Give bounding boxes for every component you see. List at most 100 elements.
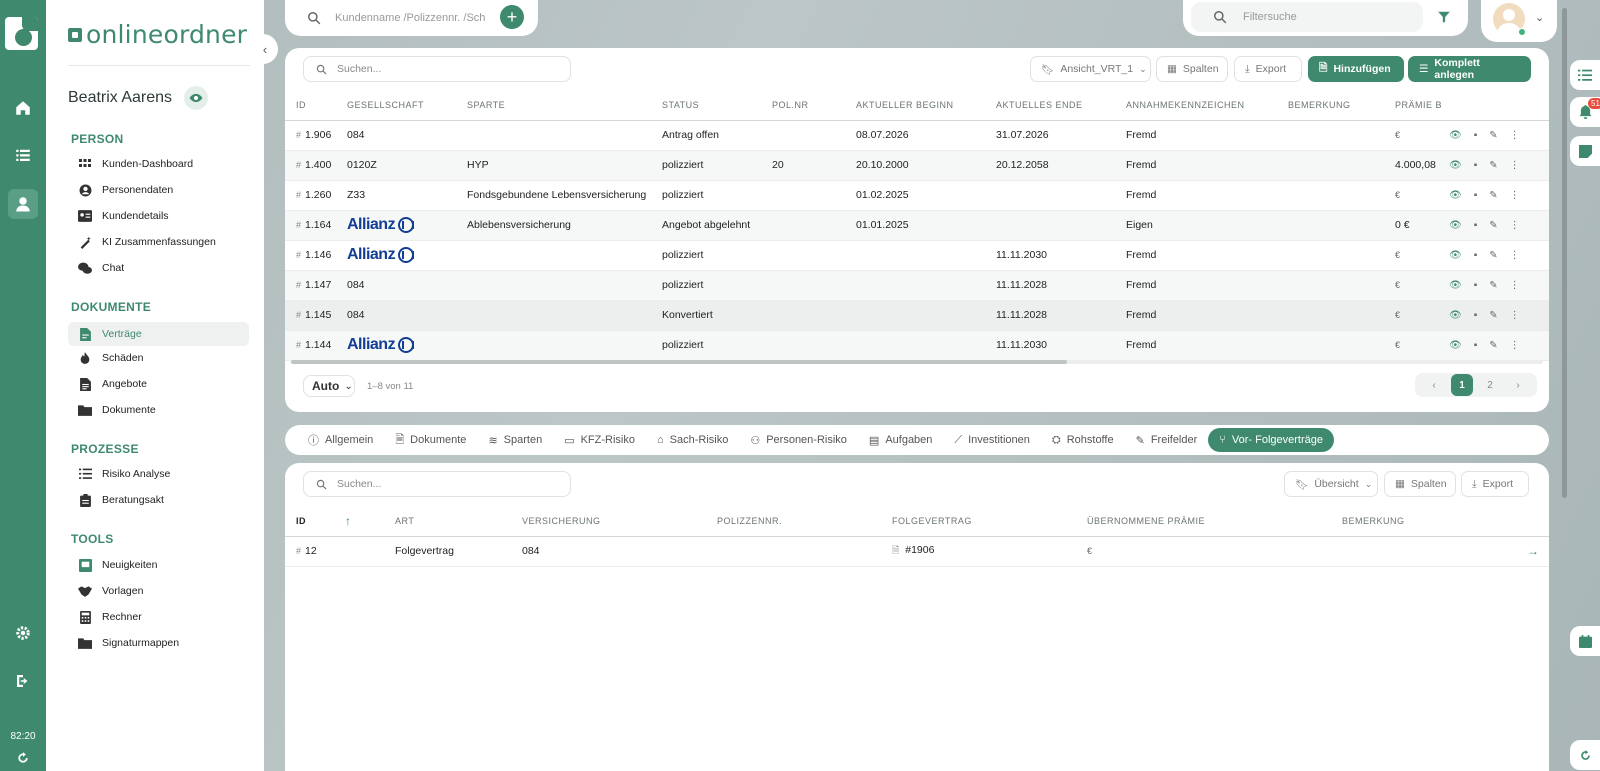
prev-page-icon[interactable]: ‹ [1423, 374, 1445, 396]
home-icon[interactable] [8, 93, 38, 123]
table-row[interactable]: #1.164 Allianz Ablebensversicherung Angebot… [285, 210, 1549, 241]
header-uebernommene-praemie[interactable]: ÜBERNOMMENE PRÄMIE [1087, 506, 1342, 537]
edit-icon[interactable]: ✎ [1489, 280, 1497, 291]
header-id[interactable]: ID [285, 90, 347, 121]
columns-button[interactable]: ▦ Spalten [1156, 56, 1228, 82]
gear-icon[interactable] [8, 618, 38, 648]
eye-icon[interactable]: 👁︎ [1449, 220, 1462, 231]
complete-create-button[interactable]: ☰ Komplett anlegen [1408, 56, 1531, 82]
tab-investitionen[interactable]: ⟋ Investitionen [943, 428, 1040, 452]
eye-icon[interactable]: 👁︎ [1449, 340, 1462, 351]
eye-icon[interactable]: 👁︎ [1449, 280, 1462, 291]
brand-logo[interactable]: onlineordner [68, 20, 247, 49]
followups-view-select[interactable]: 🔖︎ Übersicht ⌄ [1284, 471, 1378, 497]
list-icon[interactable] [8, 140, 38, 170]
refresh-icon[interactable] [8, 748, 38, 768]
tab-allgemein[interactable]: ⓘ Allgemein [297, 428, 384, 452]
table-row[interactable]: #12 Folgevertrag 084 🗎︎ #1906 € → [285, 536, 1549, 567]
page-size-select[interactable]: Auto ⌄ [303, 375, 355, 397]
note-icon[interactable]: ▪ [1474, 190, 1478, 201]
header-annahme[interactable]: ANNAHMEKENNZEICHEN [1126, 90, 1288, 121]
eye-icon[interactable]: 👁︎ [1449, 310, 1462, 321]
header-polizzennr[interactable]: POLIZZENNR. [717, 506, 892, 537]
page-2-button[interactable]: 2 [1479, 374, 1501, 396]
table-row[interactable]: #1.906 084 Antrag offen 08.07.2026 31.07.202… [285, 120, 1549, 151]
header-bemerkung[interactable]: BEMERKUNG [1288, 90, 1395, 121]
sync-panel-button[interactable] [1570, 740, 1600, 770]
sidebar-item-personendaten[interactable]: Personendaten [68, 178, 249, 202]
tab-dokumente[interactable]: 🗎︎ Dokumente [384, 428, 477, 452]
table-row[interactable]: #1.260 Z33 Fondsgebundene Lebensversicheru… [285, 180, 1549, 211]
header-folgevertrag[interactable]: FOLGEVERTRAG [892, 506, 1087, 537]
edit-icon[interactable]: ✎ [1489, 130, 1497, 141]
tab-rohstoffe[interactable]: ⛭ Rohstoffe [1041, 428, 1125, 452]
note-icon[interactable]: ▪ [1474, 280, 1478, 291]
edit-icon[interactable]: ✎ [1489, 190, 1497, 201]
tab-freifelder[interactable]: ✎ Freifelder [1125, 428, 1209, 452]
sidebar-item-kundendetails[interactable]: Kundendetails [68, 204, 249, 228]
logout-icon[interactable] [8, 666, 38, 696]
note-icon[interactable]: ▪ [1474, 220, 1478, 231]
header-praemie[interactable]: PRÄMIE B [1395, 90, 1449, 121]
eye-icon[interactable]: 👁︎ [1449, 160, 1462, 171]
sidebar-item-beratungsakt[interactable]: Beratungsakt [68, 488, 249, 512]
add-customer-button[interactable]: + [500, 5, 524, 29]
sidebar-item-chat[interactable]: Chat [68, 256, 249, 280]
sidebar-item-vertraege[interactable]: Verträge [68, 322, 249, 346]
header-sparte[interactable]: SPARTE [467, 90, 662, 121]
sidebar-item-neuigkeiten[interactable]: Neuigkeiten [68, 553, 249, 577]
followups-export-button[interactable]: ⤓ Export [1461, 471, 1529, 497]
header-ende[interactable]: AKTUELLES ENDE [996, 90, 1126, 121]
edit-icon[interactable]: ✎ [1489, 220, 1497, 231]
more-icon[interactable]: ⋮ [1510, 310, 1520, 321]
sidebar-item-kunden-dashboard[interactable]: Kunden-Dashboard [68, 152, 249, 176]
tab-personen-risiko[interactable]: ⚇ Personen-Risiko [739, 428, 858, 452]
chevron-down-icon[interactable]: ⌄ [1535, 11, 1544, 24]
more-icon[interactable]: ⋮ [1510, 250, 1520, 261]
header-id[interactable]: ID [285, 506, 345, 537]
more-icon[interactable]: ⋮ [1510, 280, 1520, 291]
tab-vor-folgevertraege[interactable]: ⑂ Vor- Folgeverträge [1208, 428, 1334, 452]
tab-sach-risiko[interactable]: ⌂ Sach-Risiko [646, 428, 739, 452]
more-icon[interactable]: ⋮ [1510, 220, 1520, 231]
table-row[interactable]: #1.147 084 polizziert 11.11.2028 Fremd € 👁︎ ▪ ✎ ⋮ [285, 270, 1549, 301]
header-polnr[interactable]: POL.NR [772, 90, 856, 121]
user-menu[interactable]: ⌄ [1481, 0, 1557, 42]
followups-search-input[interactable]: Suchen... [303, 471, 571, 497]
eye-icon[interactable] [184, 86, 209, 110]
filter-search-input[interactable]: Filtersuche [1191, 2, 1423, 32]
global-search[interactable]: Kundenname /Polizzennr. /Sch + [285, 0, 538, 36]
export-button[interactable]: ⤓ Export [1234, 56, 1302, 82]
eye-icon[interactable]: 👁︎ [1449, 190, 1462, 201]
header-bemerkung[interactable]: BEMERKUNG [1342, 506, 1549, 537]
header-status[interactable]: STATUS [662, 90, 772, 121]
edit-icon[interactable]: ✎ [1489, 160, 1497, 171]
note-icon[interactable]: ▪ [1474, 310, 1478, 321]
header-gesellschaft[interactable]: GESELLSCHAFT [347, 90, 467, 121]
next-page-icon[interactable]: › [1507, 374, 1529, 396]
arrow-right-icon[interactable]: → [1527, 544, 1539, 558]
more-icon[interactable]: ⋮ [1510, 160, 1520, 171]
person-icon[interactable] [8, 189, 38, 219]
cell-folgevertrag[interactable]: 🗎︎ #1906 [892, 536, 1087, 567]
table-row[interactable]: #1.146 Allianz polizziert 11.11.2030 Fremd € 👁… [285, 240, 1549, 271]
sidebar-item-angebote[interactable]: Angebote [68, 372, 249, 396]
tab-sparten[interactable]: ≋ Sparten [477, 428, 553, 452]
sort-asc-icon[interactable]: ↑ [345, 506, 395, 537]
view-select[interactable]: 🔖︎ Ansicht_VRT_1 ⌄ [1030, 56, 1151, 82]
note-icon[interactable]: ▪ [1474, 160, 1478, 171]
sidebar-item-ki-zusammenfassungen[interactable]: KI Zusammenfassungen [68, 230, 249, 254]
more-icon[interactable]: ⋮ [1510, 340, 1520, 351]
notes-panel-button[interactable] [1570, 136, 1600, 166]
sidebar-item-rechner[interactable]: Rechner [68, 605, 249, 629]
contracts-search-input[interactable]: Suchen... [303, 56, 571, 82]
followups-columns-button[interactable]: ▦ Spalten [1384, 471, 1456, 497]
page-scrollbar[interactable] [1562, 8, 1567, 498]
sidebar-item-risiko-analyse[interactable]: Risiko Analyse [68, 462, 249, 486]
tab-kfz-risiko[interactable]: ▭ KFZ-Risiko [553, 428, 646, 452]
sidebar-item-vorlagen[interactable]: Vorlagen [68, 579, 249, 603]
edit-icon[interactable]: ✎ [1489, 310, 1497, 321]
note-icon[interactable]: ▪ [1474, 130, 1478, 141]
note-icon[interactable]: ▪ [1474, 250, 1478, 261]
add-contract-button[interactable]: 🗎︎ Hinzufügen [1308, 56, 1404, 82]
